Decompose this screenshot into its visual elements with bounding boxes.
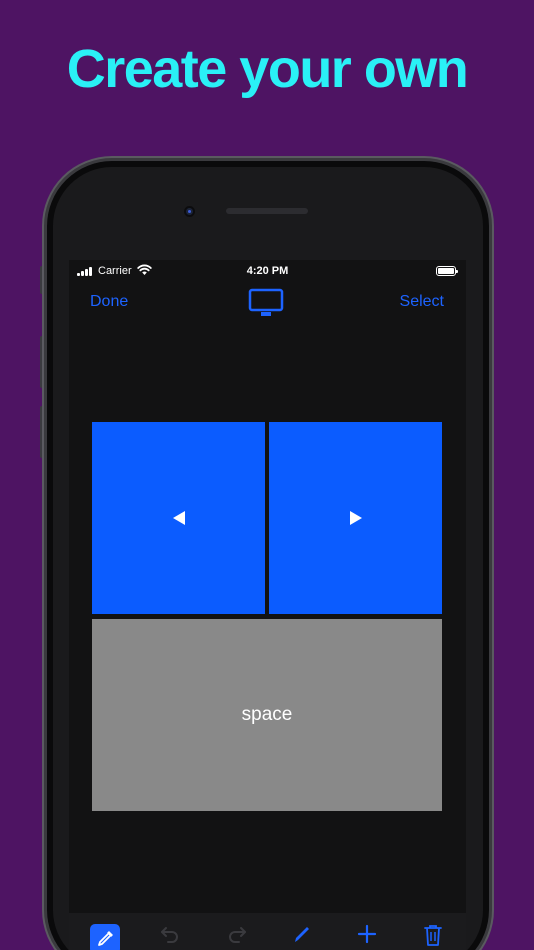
done-button[interactable]: Done — [90, 293, 128, 311]
tv-icon[interactable] — [248, 288, 284, 318]
status-time: 4:20 PM — [246, 265, 289, 277]
battery-icon — [436, 266, 458, 276]
pencil-icon[interactable] — [291, 923, 313, 945]
undo-icon[interactable] — [159, 923, 181, 945]
triangle-right-icon — [349, 511, 362, 525]
status-bar: Carrier 4:20 PM — [69, 260, 466, 282]
space-pad[interactable]: space — [92, 619, 442, 811]
color-picker-button[interactable] — [90, 924, 120, 950]
edit-toolbar — [69, 913, 466, 950]
color-picker-icon — [98, 931, 113, 946]
space-pad-label: space — [241, 704, 293, 725]
trash-icon[interactable] — [422, 923, 444, 947]
phone-screen: Carrier 4:20 PM Done Select space — [69, 260, 466, 950]
redo-icon[interactable] — [226, 923, 248, 945]
right-arrow-pad[interactable] — [269, 422, 442, 614]
camera-icon — [184, 206, 195, 217]
triangle-left-icon — [172, 511, 185, 525]
headline: Create your own — [66, 39, 469, 99]
select-button[interactable]: Select — [400, 293, 444, 311]
left-arrow-pad[interactable] — [92, 422, 265, 614]
plus-icon[interactable] — [356, 923, 378, 945]
speaker-grille — [226, 208, 308, 214]
